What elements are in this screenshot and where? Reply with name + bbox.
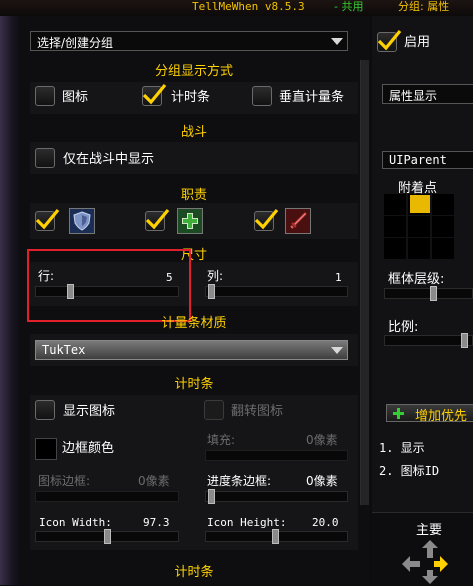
role-healer-checkbox[interactable] bbox=[145, 208, 170, 231]
role-damage-checkbox[interactable] bbox=[254, 208, 279, 231]
group-title-label: 分组: 属性 bbox=[398, 0, 450, 13]
icon-width-label: Icon Width: bbox=[39, 516, 112, 529]
show-icon-label: 显示图标 bbox=[63, 404, 116, 419]
border-color-label: 边框颜色 bbox=[62, 441, 115, 456]
flip-icon-checkbox[interactable] bbox=[204, 400, 224, 420]
progress-border-slider[interactable] bbox=[205, 489, 348, 504]
frame-level-slider-thumb[interactable] bbox=[430, 286, 437, 301]
attribute-display-dropdown[interactable]: 属性显示 bbox=[382, 84, 473, 104]
checkmark-icon bbox=[145, 208, 170, 230]
anchor-cell-top[interactable] bbox=[408, 194, 430, 215]
checkmark-icon bbox=[254, 208, 279, 230]
anchor-cell-bottomleft[interactable] bbox=[384, 238, 406, 259]
attribute-display-label: 属性显示 bbox=[389, 89, 438, 103]
scale-slider-thumb[interactable] bbox=[461, 333, 468, 348]
columns-value: 1 bbox=[335, 271, 342, 284]
group-display-header: 分组显示方式 bbox=[154, 64, 233, 79]
scale-slider[interactable] bbox=[384, 333, 473, 348]
progress-border-slider-thumb[interactable] bbox=[208, 489, 215, 504]
anchor-selected-marker bbox=[410, 195, 430, 213]
timer-bar-header: 计时条 bbox=[174, 377, 214, 392]
columns-label: 列: bbox=[207, 269, 224, 283]
main-label: 主要 bbox=[416, 523, 443, 538]
group-select-label: 选择/创建分组 bbox=[37, 36, 114, 50]
columns-slider-thumb[interactable] bbox=[208, 284, 215, 299]
anchor-cell-right[interactable] bbox=[432, 216, 454, 237]
title-bar: TellMeWhen v8.5.3 - 共用 分组: 属性 bbox=[0, 0, 473, 16]
enabled-checkbox[interactable] bbox=[377, 29, 402, 52]
highlight-box bbox=[27, 249, 191, 322]
flip-icon-label: 翻转图标 bbox=[231, 404, 284, 419]
checkmark-icon bbox=[142, 83, 167, 105]
icon-border-label: 图标边框: bbox=[38, 474, 91, 488]
sword-damage-icon bbox=[285, 208, 311, 234]
chevron-down-icon bbox=[331, 38, 343, 45]
checkmark-icon bbox=[377, 29, 402, 51]
progress-border-value: 0像素 bbox=[306, 474, 338, 488]
bar-texture-value: TukTex bbox=[42, 343, 86, 357]
add-priority-label: 增加优先 bbox=[415, 409, 468, 424]
icon-width-value: 97.3 bbox=[143, 516, 170, 529]
anchor-cell-center[interactable] bbox=[408, 216, 430, 237]
icon-width-slider-thumb[interactable] bbox=[104, 529, 111, 544]
checkmark-icon bbox=[35, 208, 60, 230]
icon-mode-checkbox[interactable] bbox=[35, 86, 55, 106]
roles-header: 职责 bbox=[180, 188, 207, 203]
icon-mode-label: 图标 bbox=[62, 90, 89, 105]
columns-slider[interactable] bbox=[205, 284, 348, 299]
border-color-swatch[interactable] bbox=[35, 438, 57, 460]
combat-header: 战斗 bbox=[180, 125, 207, 140]
anchor-cell-topleft[interactable] bbox=[384, 194, 406, 215]
vertical-bar-mode-checkbox[interactable] bbox=[252, 86, 272, 106]
progress-border-label: 进度条边框: bbox=[207, 474, 272, 488]
icon-height-slider[interactable] bbox=[205, 529, 348, 544]
bar-texture-dropdown[interactable]: TukTex bbox=[35, 340, 348, 360]
add-priority-button[interactable]: 增加优先 bbox=[386, 404, 473, 424]
plus-icon bbox=[393, 408, 404, 419]
anchor-cell-bottom[interactable] bbox=[408, 238, 430, 259]
icon-border-value: 0像素 bbox=[138, 474, 170, 488]
shared-label: 共用 bbox=[341, 0, 364, 13]
parent-frame-input[interactable]: UIParent bbox=[382, 151, 473, 169]
chevron-down-icon bbox=[331, 347, 343, 354]
padding-value: 0像素 bbox=[306, 433, 338, 447]
shield-tank-icon bbox=[69, 208, 95, 234]
anchor-cell-bottomright[interactable] bbox=[432, 238, 454, 259]
background-edge bbox=[0, 16, 20, 585]
priority-list-item-2[interactable]: 2. 图标ID bbox=[379, 462, 439, 479]
role-tank-checkbox[interactable] bbox=[35, 208, 60, 231]
parent-frame-value: UIParent bbox=[389, 153, 447, 167]
anchor-cell-left[interactable] bbox=[384, 216, 406, 237]
icon-height-slider-thumb[interactable] bbox=[272, 529, 279, 544]
icon-border-slider[interactable] bbox=[35, 491, 179, 502]
show-icon-checkbox[interactable] bbox=[35, 400, 55, 420]
frame-level-slider[interactable] bbox=[384, 286, 473, 301]
padding-label: 填充: bbox=[207, 433, 236, 447]
anchor-cell-topright[interactable] bbox=[432, 194, 454, 215]
timer-bar-2-header: 计时条 bbox=[174, 565, 214, 580]
title-separator: - bbox=[334, 0, 338, 13]
icon-width-slider[interactable] bbox=[35, 529, 179, 544]
enabled-label: 启用 bbox=[404, 35, 431, 50]
group-select-dropdown[interactable]: 选择/创建分组 bbox=[30, 31, 348, 51]
priority-list-item-1[interactable]: 1. 显示 bbox=[379, 439, 425, 456]
cross-healer-icon bbox=[177, 208, 203, 234]
vertical-bar-mode-label: 垂直计量条 bbox=[279, 90, 345, 105]
scale-label: 比例: bbox=[388, 320, 419, 335]
icon-height-value: 20.0 bbox=[312, 516, 339, 529]
window-title: TellMeWhen v8.5.3 bbox=[192, 0, 305, 13]
bar-mode-label: 计时条 bbox=[171, 90, 211, 105]
scrollbar[interactable] bbox=[360, 60, 369, 505]
only-in-combat-checkbox[interactable] bbox=[35, 148, 55, 168]
frame-level-label: 框体层级: bbox=[388, 272, 445, 287]
padding-slider[interactable] bbox=[205, 450, 348, 461]
move-arrows-icon[interactable] bbox=[400, 538, 473, 585]
bar-mode-checkbox[interactable] bbox=[142, 83, 167, 106]
only-in-combat-label: 仅在战斗中显示 bbox=[63, 152, 155, 167]
bar-texture-header: 计量条材质 bbox=[161, 316, 227, 331]
